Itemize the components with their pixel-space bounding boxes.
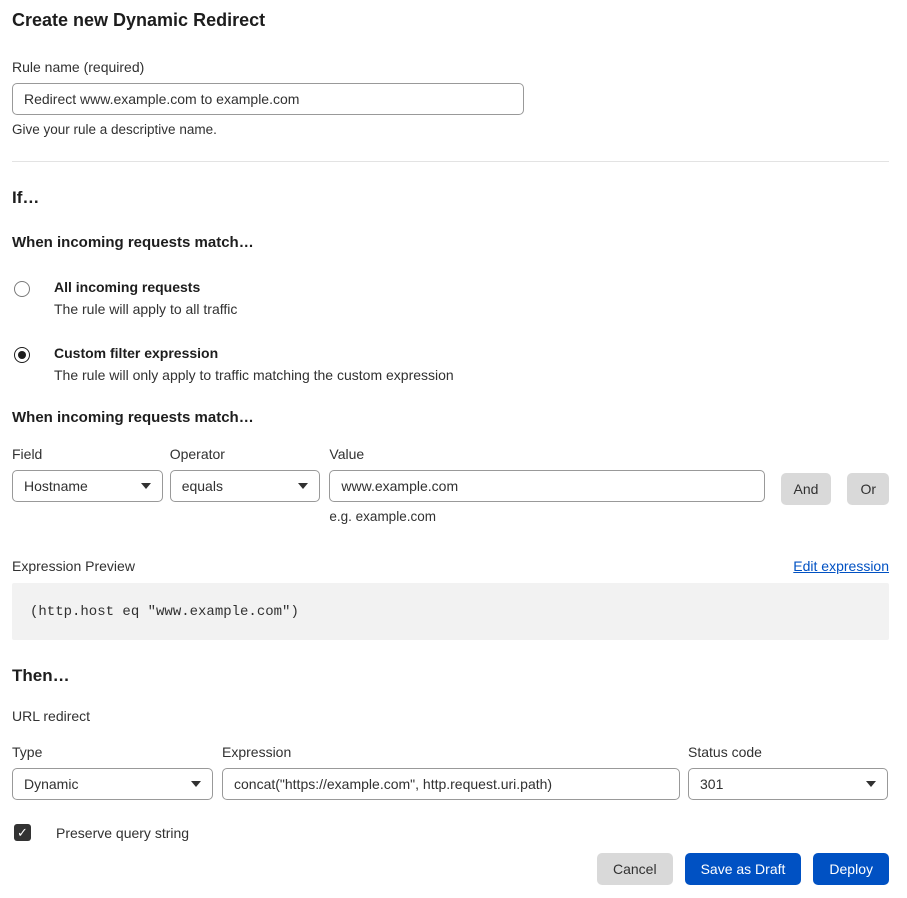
rule-name-label: Rule name (required)	[12, 59, 889, 75]
chevron-down-icon	[866, 781, 876, 787]
chevron-down-icon	[298, 483, 308, 489]
chevron-down-icon	[191, 781, 201, 787]
option-description: The rule will only apply to traffic matc…	[54, 367, 454, 383]
section-divider	[12, 161, 889, 162]
rule-name-help: Give your rule a descriptive name.	[12, 122, 889, 137]
and-button[interactable]: And	[781, 473, 832, 505]
option-description: The rule will apply to all traffic	[54, 301, 237, 317]
value-column: Value e.g. example.com	[329, 446, 764, 524]
type-select[interactable]: Dynamic	[12, 768, 213, 800]
expression-preview-code: (http.host eq "www.example.com")	[12, 583, 889, 640]
radio-unselected-icon[interactable]	[14, 281, 30, 297]
expression-column: Expression	[222, 744, 680, 800]
url-redirect-label: URL redirect	[12, 708, 889, 724]
save-draft-button[interactable]: Save as Draft	[685, 853, 802, 885]
expression-preview-label: Expression Preview	[12, 558, 135, 574]
field-select[interactable]: Hostname	[12, 470, 163, 502]
deploy-button[interactable]: Deploy	[813, 853, 889, 885]
expression-label: Expression	[222, 744, 680, 760]
expression-preview-header: Expression Preview Edit expression	[12, 558, 889, 574]
rule-name-input[interactable]	[12, 83, 524, 115]
edit-expression-link[interactable]: Edit expression	[793, 558, 889, 574]
cancel-button[interactable]: Cancel	[597, 853, 673, 885]
filter-builder-row: Field Hostname Operator equals Value e.g…	[12, 446, 889, 524]
filter-match-heading: When incoming requests match…	[12, 409, 889, 426]
operator-column: Operator equals	[170, 446, 321, 502]
value-help: e.g. example.com	[329, 509, 764, 524]
preserve-query-row[interactable]: ✓ Preserve query string	[12, 824, 889, 841]
radio-option-custom-filter[interactable]: Custom filter expression The rule will o…	[12, 345, 889, 383]
option-label: Custom filter expression	[54, 345, 454, 361]
field-label: Field	[12, 446, 163, 462]
preserve-query-label: Preserve query string	[56, 825, 189, 841]
type-select-value: Dynamic	[24, 776, 78, 792]
redirect-expression-input[interactable]	[222, 768, 680, 800]
radio-option-texts: Custom filter expression The rule will o…	[54, 345, 454, 383]
incoming-match-heading: When incoming requests match…	[12, 234, 889, 251]
value-input[interactable]	[329, 470, 764, 502]
chevron-down-icon	[141, 483, 151, 489]
radio-option-all-requests[interactable]: All incoming requests The rule will appl…	[12, 279, 889, 317]
status-code-column: Status code 301	[688, 744, 888, 800]
value-label: Value	[329, 446, 764, 462]
type-label: Type	[12, 744, 213, 760]
expression-code-text: (http.host eq "www.example.com")	[30, 604, 299, 620]
status-code-select-value: 301	[700, 776, 723, 792]
operator-select[interactable]: equals	[170, 470, 321, 502]
if-heading: If…	[12, 188, 889, 208]
radio-option-texts: All incoming requests The rule will appl…	[54, 279, 237, 317]
type-column: Type Dynamic	[12, 744, 213, 800]
field-column: Field Hostname	[12, 446, 163, 502]
page-title: Create new Dynamic Redirect	[12, 10, 889, 31]
then-heading: Then…	[12, 666, 889, 686]
field-select-value: Hostname	[24, 478, 88, 494]
radio-selected-icon[interactable]	[14, 347, 30, 363]
rule-name-group: Rule name (required) Give your rule a de…	[12, 59, 889, 137]
option-label: All incoming requests	[54, 279, 237, 295]
or-button[interactable]: Or	[847, 473, 889, 505]
preserve-query-checkbox[interactable]: ✓	[14, 824, 31, 841]
create-dynamic-redirect-page: Create new Dynamic Redirect Rule name (r…	[0, 0, 907, 898]
operator-label: Operator	[170, 446, 321, 462]
footer-actions: Cancel Save as Draft Deploy	[12, 853, 889, 885]
status-code-label: Status code	[688, 744, 888, 760]
operator-select-value: equals	[182, 478, 223, 494]
status-code-select[interactable]: 301	[688, 768, 888, 800]
redirect-config-row: Type Dynamic Expression Status code 301	[12, 744, 889, 800]
